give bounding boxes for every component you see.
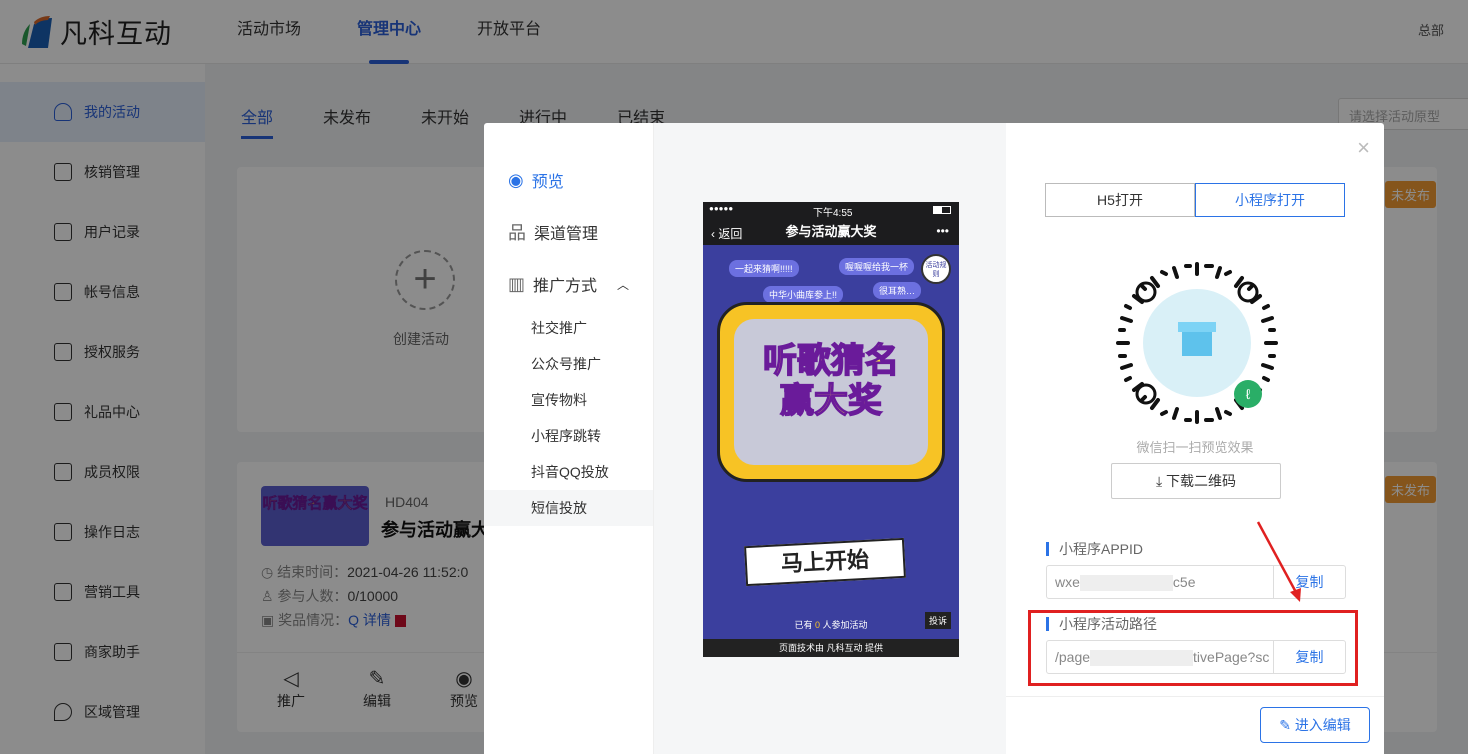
submenu-sms[interactable]: 短信投放 [484,490,653,526]
h5-open-tab[interactable]: H5打开 [1045,183,1195,217]
submenu-materials[interactable]: 宣传物料 [484,382,653,418]
report-button[interactable]: 投诉 [924,612,951,629]
close-icon[interactable]: × [1357,135,1370,161]
submenu-official-account[interactable]: 公众号推广 [484,346,653,382]
activity-path-value[interactable]: /page tivePage?sc [1047,641,1273,673]
bar-chart-icon: ▥ [508,273,526,294]
activity-path-field: /page tivePage?sc 复制 [1046,640,1346,674]
modal-menu: ◉ 预览 品渠道管理 ▥ 推广方式 ︿ 社交推广 公众号推广 宣传物料 小程序跳转 抖… [484,123,654,754]
share-panel: × H5打开 小程序打开 ℓ 微信扫一扫预览效果 ⤓ 下载二维码 小程序APPI… [1006,123,1384,754]
submenu-douyin-qq[interactable]: 抖音QQ投放 [484,454,653,490]
menu-channel[interactable]: 品渠道管理 [484,206,653,258]
chevron-up-icon: ︿ [617,277,630,292]
preview-area: ●●●●● 下午4:55 ‹ 返回 参与活动赢大奖 ••• 一起来猜啊!!!!!… [654,123,1006,754]
annotation-arrow [1256,521,1301,602]
submenu-miniprogram-jump[interactable]: 小程序跳转 [484,418,653,454]
appid-value[interactable]: wxe c5e [1047,566,1273,598]
battery-icon [933,206,951,214]
miniprogram-open-tab[interactable]: 小程序打开 [1195,183,1345,217]
menu-preview[interactable]: ◉ 预览 [484,154,653,206]
miniprogram-qr-code: ℓ [1116,262,1278,424]
submenu-social[interactable]: 社交推广 [484,310,653,346]
phone-preview[interactable]: ●●●●● 下午4:55 ‹ 返回 参与活动赢大奖 ••• 一起来猜啊!!!!!… [703,202,959,657]
menu-promotion[interactable]: ▥ 推广方式 ︿ [484,258,653,310]
pencil-icon: ✎ [1279,717,1295,733]
tv-poster: 听歌猜名 赢大奖 [717,302,945,482]
download-qr-button[interactable]: ⤓ 下载二维码 [1111,463,1281,499]
svg-text:ℓ: ℓ [1246,386,1251,402]
enter-edit-button[interactable]: ✎ 进入编辑 [1260,707,1370,743]
preview-modal: ◉ 预览 品渠道管理 ▥ 推广方式 ︿ 社交推广 公众号推广 宣传物料 小程序跳转 抖… [484,123,1384,754]
more-icon[interactable]: ••• [936,224,949,238]
copy-path-button[interactable]: 复制 [1273,641,1345,673]
rules-badge[interactable]: 活动规则 [921,254,951,284]
eye-icon: ◉ [508,169,524,190]
hierarchy-icon: 品 [508,223,526,243]
download-icon: ⤓ [1155,473,1167,489]
start-button[interactable]: 马上开始 [744,537,906,587]
